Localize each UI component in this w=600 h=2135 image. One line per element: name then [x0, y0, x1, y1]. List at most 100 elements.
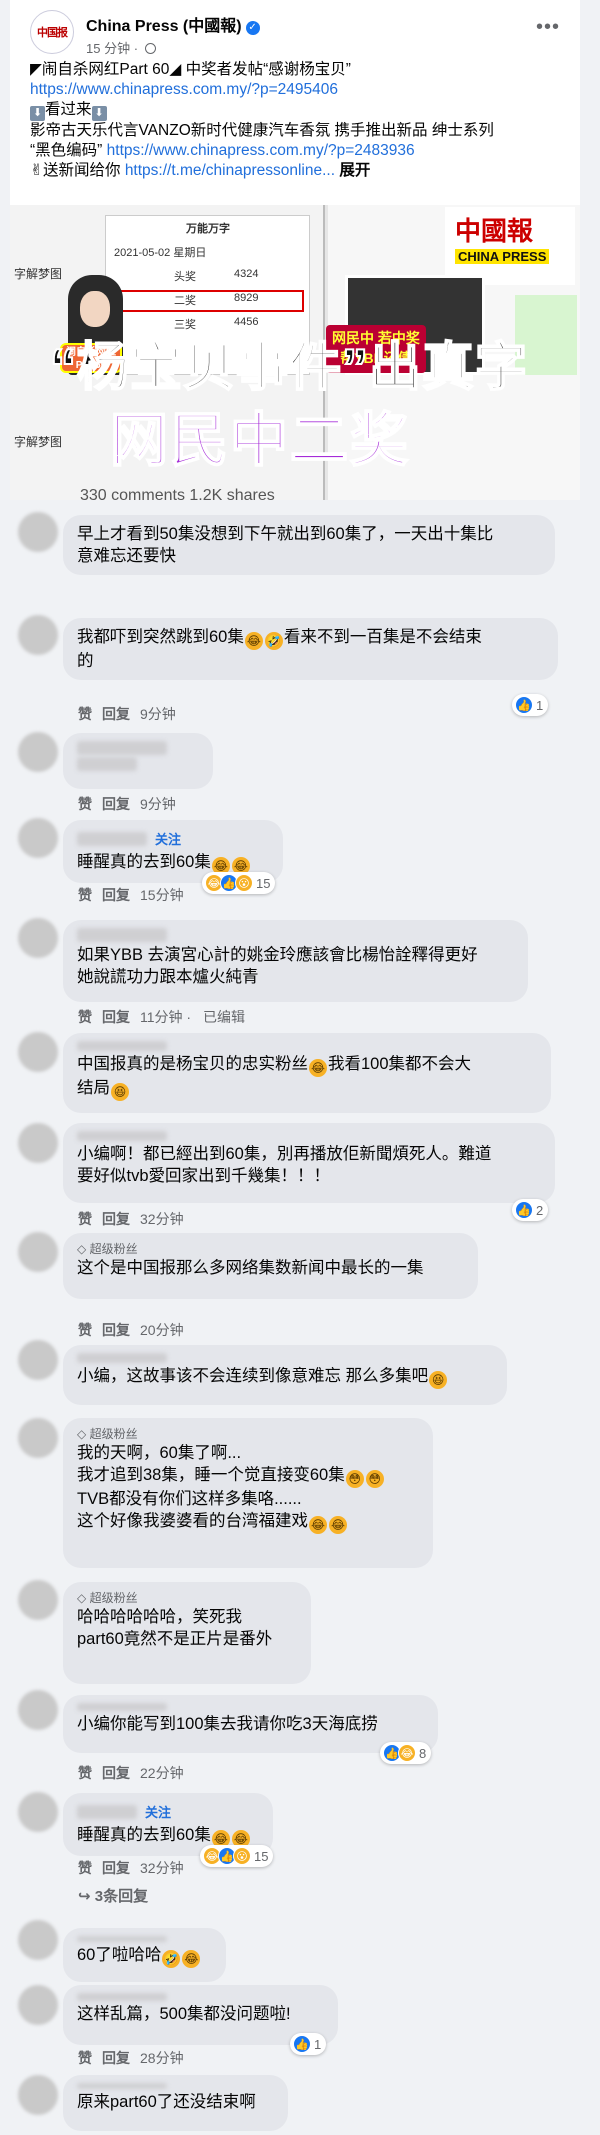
- author-name[interactable]: [77, 831, 147, 846]
- like-button[interactable]: 赞: [78, 1009, 92, 1025]
- avatar[interactable]: [18, 818, 58, 858]
- page-name[interactable]: China Press (中國報) ✓: [86, 12, 260, 36]
- avatar[interactable]: [18, 1690, 58, 1730]
- author-name[interactable]: [77, 2083, 167, 2089]
- post-link-2[interactable]: https://www.chinapress.com.my/?p=2483936: [107, 142, 415, 159]
- avatar[interactable]: [18, 1032, 58, 1072]
- reply-button[interactable]: 回复: [102, 796, 130, 812]
- avatar[interactable]: [18, 2075, 58, 2115]
- comment-text: 小编啊！都已經出到60集，別再播放佢新聞煩死人。難道: [77, 1145, 492, 1163]
- author-name[interactable]: [77, 1041, 167, 1051]
- reply-button[interactable]: 回复: [102, 1009, 130, 1025]
- post-time[interactable]: 15 分钟 ·: [86, 38, 156, 57]
- avatar[interactable]: [18, 1792, 58, 1832]
- avatar[interactable]: [18, 1985, 58, 2025]
- author-name[interactable]: [77, 1936, 167, 1942]
- reply-button[interactable]: 回复: [102, 887, 130, 903]
- post-link-3[interactable]: https://t.me/chinapressonline...: [125, 162, 335, 179]
- page-avatar[interactable]: 中国报: [30, 10, 74, 54]
- comment-text-fragment: 中国报真的是杨宝贝的忠实粉丝: [77, 1055, 308, 1073]
- more-options-icon[interactable]: •••: [536, 16, 560, 39]
- comment-text: 如果YBB 去演宮心計的姚金玲應該會比楊怡詮釋得更好: [77, 946, 478, 964]
- like-button[interactable]: 赞: [78, 706, 92, 722]
- prize-value: 4324: [234, 268, 259, 280]
- like-button[interactable]: 赞: [78, 887, 92, 903]
- comment-bubble: 小编，这故事该不会连续到像意难忘 那么多集吧 😆: [63, 1345, 507, 1405]
- avatar[interactable]: [18, 512, 58, 552]
- author-name[interactable]: [77, 1131, 167, 1141]
- comment-actions: 赞回复 11分钟 · 已编辑: [78, 1007, 245, 1027]
- avatar[interactable]: [18, 732, 58, 772]
- post-link-1[interactable]: https://www.chinapress.com.my/?p=2495406: [30, 80, 570, 100]
- reply-button[interactable]: 回复: [102, 1322, 130, 1338]
- comment-reactions[interactable]: 👍 2: [512, 1199, 549, 1221]
- brand-english: CHINA PRESS: [455, 249, 550, 264]
- author-name[interactable]: [77, 1804, 137, 1819]
- comment-time[interactable]: 22分钟: [140, 1765, 184, 1781]
- comment-text: 小编，这故事该不会连续到像意难忘 那么多集吧 😆: [77, 1365, 493, 1389]
- like-button[interactable]: 赞: [78, 2050, 92, 2066]
- like-button[interactable]: 赞: [78, 796, 92, 812]
- reaction-count: 15: [256, 875, 271, 891]
- avatar[interactable]: [18, 1920, 58, 1960]
- comment-reactions[interactable]: 👍 1: [512, 694, 549, 716]
- see-more-link[interactable]: 展开: [339, 162, 370, 179]
- wow-reaction-icon: 😮: [235, 874, 253, 892]
- view-replies-label[interactable]: 3条回复: [95, 1888, 148, 1905]
- post-stats[interactable]: 330 comments 1.2K shares: [80, 487, 275, 500]
- separator-dot: ·: [182, 1009, 195, 1025]
- follow-button[interactable]: 关注: [145, 1805, 171, 1820]
- comment-time[interactable]: 15分钟: [140, 887, 184, 903]
- comment-bubble: 小编你能写到100集去我请你吃3天海底捞: [63, 1695, 438, 1753]
- comment-text-fragment: 我才追到38集，睡一个觉直接变60集: [77, 1466, 345, 1484]
- comment-bubble: 原来part60了还没结束啊: [63, 2075, 288, 2131]
- comment-reactions[interactable]: 😂 👍 😮 15: [200, 1845, 274, 1867]
- author-name[interactable]: [77, 1703, 167, 1711]
- post-time-text[interactable]: 15 分钟: [86, 41, 130, 56]
- page-name-text[interactable]: China Press (中國報): [86, 18, 242, 35]
- like-button[interactable]: 赞: [78, 1860, 92, 1876]
- author-name[interactable]: [77, 928, 167, 942]
- reply-button[interactable]: 回复: [102, 1211, 130, 1227]
- table-row: 头奖 4324: [114, 268, 302, 286]
- author-name[interactable]: [77, 741, 167, 755]
- avatar[interactable]: [18, 1123, 58, 1163]
- post-image[interactable]: 字解梦图 字解梦图 万能万字 2021-05-02 星期日 头奖 4324 二奖 8…: [10, 205, 580, 500]
- comment-time[interactable]: 11分钟: [140, 1009, 183, 1025]
- avatar[interactable]: [18, 1418, 58, 1458]
- reply-button[interactable]: 回复: [102, 1860, 130, 1876]
- avatar[interactable]: [18, 1340, 58, 1380]
- comment-bubble: ◇ 超级粉丝 这个是中国报那么多网络集数新闻中最长的一集: [63, 1233, 478, 1299]
- follow-button[interactable]: 关注: [155, 832, 181, 847]
- like-button[interactable]: 赞: [78, 1211, 92, 1227]
- avatar[interactable]: [18, 1232, 58, 1272]
- comment-time[interactable]: 32分钟: [140, 1211, 184, 1227]
- laughing-emoji-icon: 😂: [244, 632, 263, 650]
- down-arrow-emoji-icon: ⬇: [91, 106, 107, 121]
- comment-reactions[interactable]: 👍 😂 8: [380, 1742, 432, 1764]
- comment-reactions[interactable]: 👍 1: [290, 2033, 327, 2055]
- comment-time[interactable]: 28分钟: [140, 2050, 184, 2066]
- comment-time[interactable]: 32分钟: [140, 1860, 184, 1876]
- like-button[interactable]: 赞: [78, 1322, 92, 1338]
- reaction-count: 1: [314, 2036, 322, 2052]
- diamond-icon: ◇: [77, 1591, 87, 1605]
- avatar[interactable]: [18, 615, 58, 655]
- avatar[interactable]: [18, 1580, 58, 1620]
- like-button[interactable]: 赞: [78, 1765, 92, 1781]
- comment-text-blurred: [77, 757, 137, 771]
- comment-time[interactable]: 20分钟: [140, 1322, 184, 1338]
- reply-button[interactable]: 回复: [102, 1765, 130, 1781]
- comment-time[interactable]: 9分钟: [140, 796, 176, 812]
- reply-button[interactable]: 回复: [102, 2050, 130, 2066]
- comment-text-fragment: 小编，这故事该不会连续到像意难忘 那么多集吧: [77, 1367, 429, 1385]
- author-name[interactable]: [77, 1353, 167, 1363]
- avatar[interactable]: [18, 918, 58, 958]
- comment-reactions[interactable]: 😂 👍 😮 15: [202, 872, 276, 894]
- reply-button[interactable]: 回复: [102, 706, 130, 722]
- like-reaction-icon: 👍: [515, 696, 533, 714]
- comment-text: 这样乱篇，500集都没问题啦!: [77, 2005, 291, 2023]
- view-replies-button[interactable]: ↪ 3条回复: [78, 1885, 148, 1906]
- comment-time[interactable]: 9分钟: [140, 706, 176, 722]
- author-name[interactable]: [77, 1993, 167, 2001]
